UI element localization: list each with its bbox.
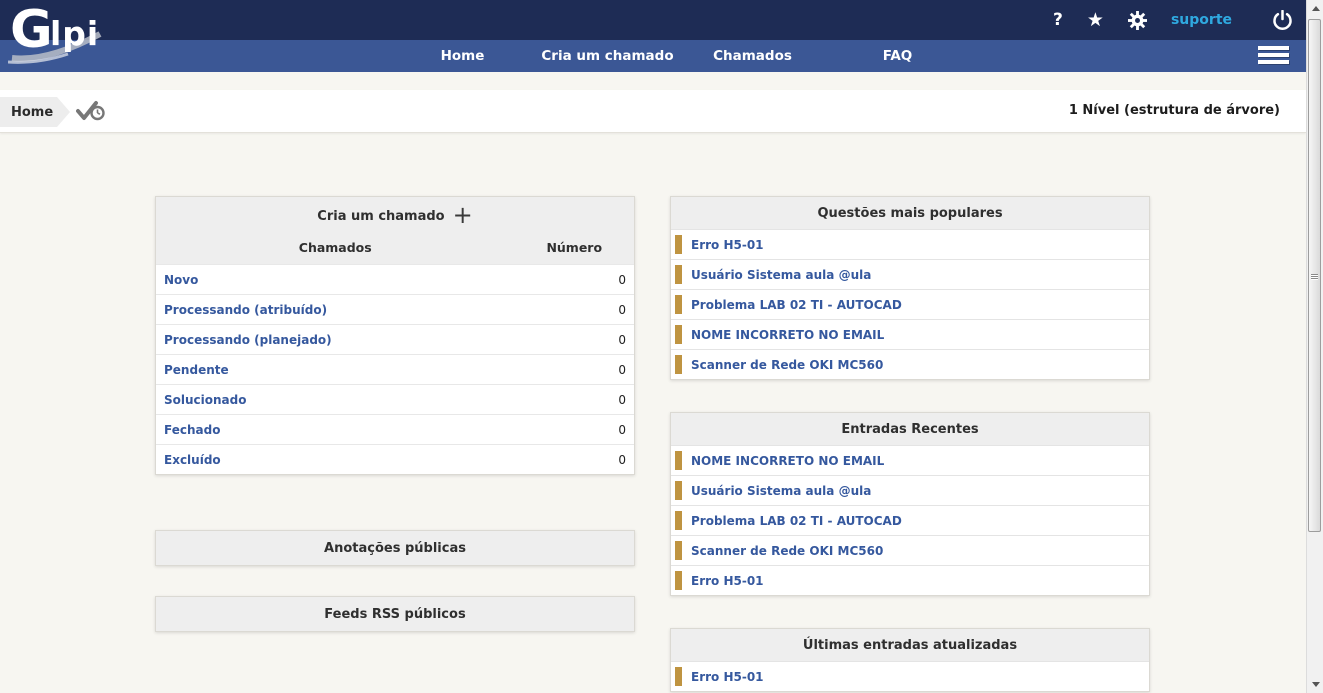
updated-entries-title: Últimas entradas atualizadas [671,629,1149,661]
status-count: 0 [515,333,635,347]
faq-link[interactable]: NOME INCORRETO NO EMAIL [691,454,884,468]
vertical-scrollbar[interactable] [1306,0,1323,693]
logo-letter-g: G [10,0,51,60]
scrollbar-thumb[interactable] [1308,19,1321,532]
list-item: Erro H5-01 [671,661,1149,691]
tickets-summary-panel: Cria um chamado+ Chamados Número Novo 0 … [155,196,635,475]
faq-link[interactable]: Usuário Sistema aula @ula [691,268,871,282]
tickets-panel-title: Cria um chamado + [156,197,634,232]
table-row: Processando (planejado) 0 [156,324,634,354]
updated-entries-panel: Últimas entradas atualizadas Erro H5-01 [670,628,1150,692]
faq-item-marker [675,667,682,686]
scrollbar-up-arrow[interactable] [1307,0,1323,17]
list-item: Usuário Sistema aula @ula [671,259,1149,289]
bookmark-star-icon[interactable]: ★ [1087,11,1104,30]
breadcrumb-bar: Home 1 Nível (estrutura de árvore) [0,90,1306,133]
status-link-excluido[interactable]: Excluído [156,453,515,467]
list-item: Scanner de Rede OKI MC560 [671,535,1149,565]
settings-gear-icon[interactable] [1128,11,1147,30]
faq-item-marker [675,571,682,590]
breadcrumb-home[interactable]: Home [0,97,57,127]
faq-link[interactable]: Scanner de Rede OKI MC560 [691,358,883,372]
list-item: NOME INCORRETO NO EMAIL [671,319,1149,349]
status-link-fechado[interactable]: Fechado [156,423,515,437]
faq-item-marker [675,511,682,530]
help-icon[interactable]: ? [1053,10,1063,30]
tickets-table-header: Chamados Número [156,232,634,264]
table-row: Excluído 0 [156,444,634,474]
recent-entries-panel: Entradas Recentes NOME INCORRETO NO EMAI… [670,412,1150,596]
scrollbar-grip [1311,274,1318,280]
table-row: Processando (atribuído) 0 [156,294,634,324]
recent-entries-title: Entradas Recentes [671,413,1149,445]
menu-tickets[interactable]: Chamados [680,40,825,72]
status-link-novo[interactable]: Novo [156,273,515,287]
faq-item-marker [675,355,682,374]
scrollbar-down-arrow[interactable] [1307,676,1323,693]
column-header-number: Número [515,240,635,255]
faq-item-marker [675,265,682,284]
list-item: Scanner de Rede OKI MC560 [671,349,1149,379]
topbar-icons: ? ★ suporte [1053,0,1293,40]
status-link-processando-planejado[interactable]: Processando (planejado) [156,333,515,347]
table-row: Novo 0 [156,264,634,294]
status-count: 0 [515,393,635,407]
status-count: 0 [515,303,635,317]
faq-item-marker [675,541,682,560]
column-header-tickets: Chamados [156,240,515,255]
tickets-panel-title-text: Cria um chamado [317,209,444,224]
hamburger-menu-icon[interactable] [1258,46,1289,66]
list-item: Problema LAB 02 TI - AUTOCAD [671,289,1149,319]
public-rss-feeds-title: Feeds RSS públicos [156,597,634,631]
public-notes-title: Anotações públicas [156,531,634,565]
logged-user-link[interactable]: suporte [1171,12,1232,28]
menu-home[interactable]: Home [390,40,535,72]
add-ticket-plus-button[interactable]: + [453,209,473,221]
status-link-processando-atribuido[interactable]: Processando (atribuído) [156,303,515,317]
logo-text: lpi [50,14,99,53]
faq-link[interactable]: NOME INCORRETO NO EMAIL [691,328,884,342]
status-count: 0 [515,453,635,467]
faq-item-marker [675,481,682,500]
faq-link[interactable]: Erro H5-01 [691,670,764,684]
faq-link[interactable]: Erro H5-01 [691,238,764,252]
public-notes-panel: Anotações públicas [155,530,635,566]
popular-faq-panel: Questões mais populares Erro H5-01 Usuár… [670,196,1150,380]
menu-faq[interactable]: FAQ [825,40,970,72]
faq-link[interactable]: Scanner de Rede OKI MC560 [691,544,883,558]
table-row: Solucionado 0 [156,384,634,414]
status-link-solucionado[interactable]: Solucionado [156,393,515,407]
faq-item-marker [675,295,682,314]
status-count: 0 [515,423,635,437]
list-item: Erro H5-01 [671,565,1149,595]
entity-tree-label: 1 Nível (estrutura de árvore) [1069,103,1280,118]
faq-link[interactable]: Problema LAB 02 TI - AUTOCAD [691,298,902,312]
table-row: Fechado 0 [156,414,634,444]
main-menu: Home Cria um chamado Chamados FAQ [390,40,970,72]
list-item: Erro H5-01 [671,229,1149,259]
status-link-pendente[interactable]: Pendente [156,363,515,377]
glpi-logo[interactable]: G lpi [8,2,118,68]
logout-power-icon[interactable] [1272,10,1293,31]
list-item: Usuário Sistema aula @ula [671,475,1149,505]
faq-link[interactable]: Erro H5-01 [691,574,764,588]
saved-search-check-clock-icon[interactable] [76,100,106,125]
table-row: Pendente 0 [156,354,634,384]
list-item: Problema LAB 02 TI - AUTOCAD [671,505,1149,535]
public-rss-feeds-panel: Feeds RSS públicos [155,596,635,632]
faq-link[interactable]: Problema LAB 02 TI - AUTOCAD [691,514,902,528]
popular-faq-title: Questões mais populares [671,197,1149,229]
status-count: 0 [515,273,635,287]
list-item: NOME INCORRETO NO EMAIL [671,445,1149,475]
faq-link[interactable]: Usuário Sistema aula @ula [691,484,871,498]
breadcrumb-home-label: Home [11,105,53,120]
faq-item-marker [675,325,682,344]
status-count: 0 [515,363,635,377]
menu-create-ticket[interactable]: Cria um chamado [535,40,680,72]
faq-item-marker [675,451,682,470]
faq-item-marker [675,235,682,254]
